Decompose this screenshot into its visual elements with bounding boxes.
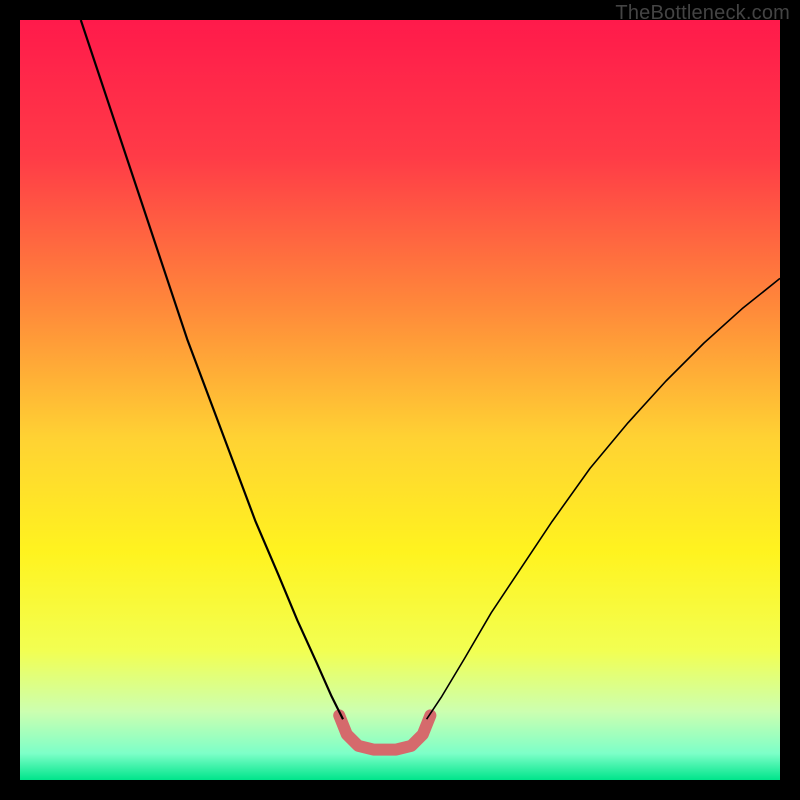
watermark-text: TheBottleneck.com [615,2,790,25]
chart-frame: TheBottleneck.com [0,0,800,800]
chart-plot-area [20,20,780,780]
chart-svg [20,20,780,780]
chart-background [20,20,780,780]
